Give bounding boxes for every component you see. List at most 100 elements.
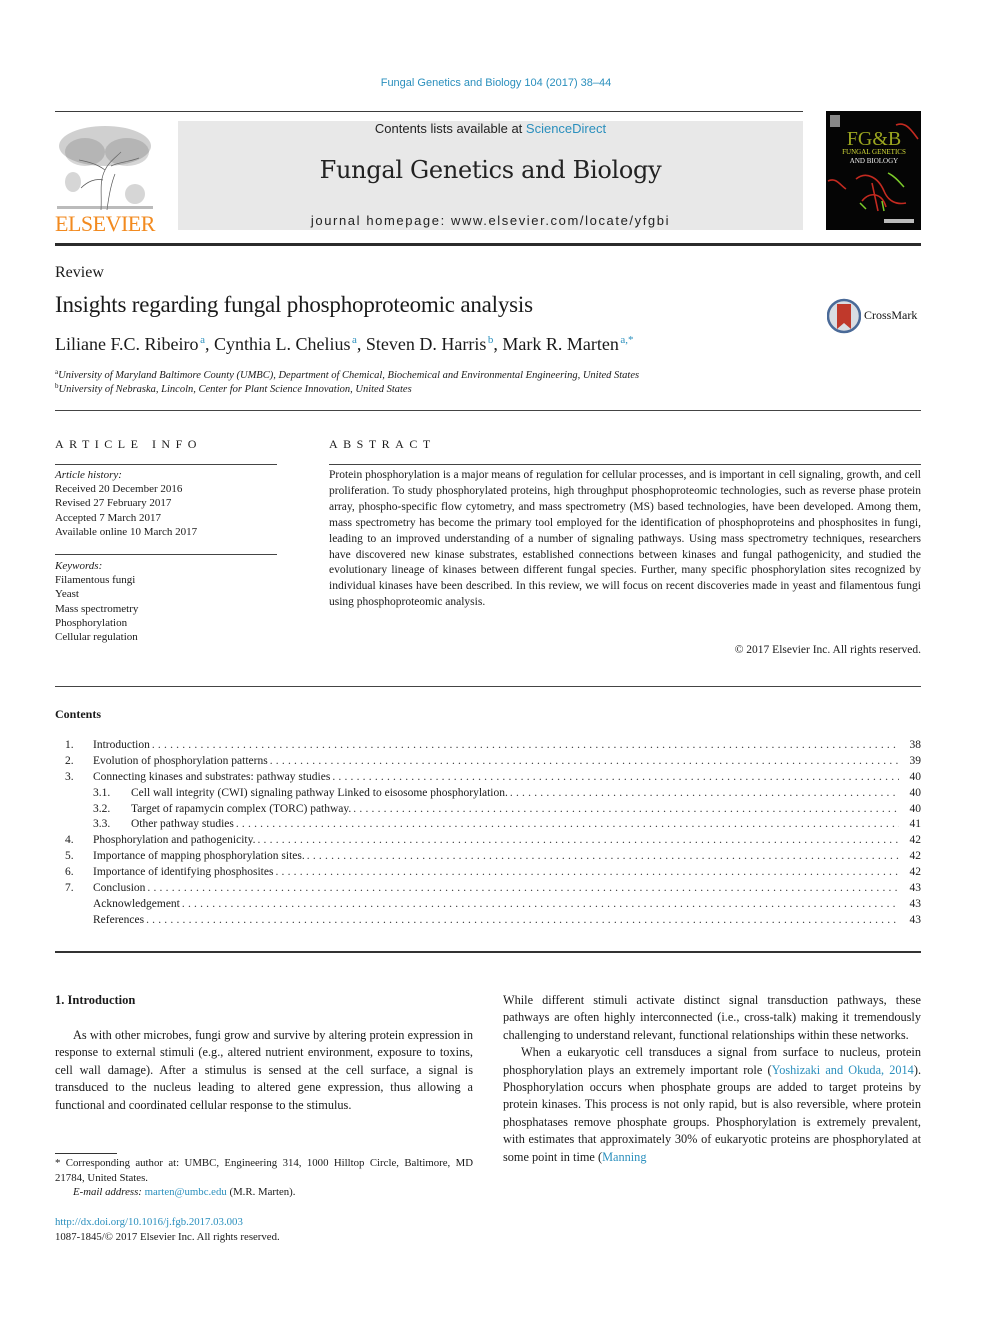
toc-entry-page[interactable]: 38: [899, 738, 922, 754]
article-type: Review: [55, 264, 104, 281]
author-affil-mark[interactable]: b: [488, 334, 494, 346]
toc-leader-dots: ........................................…: [146, 913, 899, 926]
toc-entry-page[interactable]: 43: [899, 913, 922, 929]
right-column: While different stimuli activate distinc…: [503, 992, 921, 1166]
toc-leader-dots: ........................................…: [306, 850, 899, 863]
keywords-divider: [55, 554, 277, 555]
toc-entry[interactable]: 1. Introduction..........................…: [55, 738, 921, 754]
toc-entry-number: 3.3.: [93, 818, 111, 831]
toc-entry-title[interactable]: References: [93, 912, 147, 929]
journal-cover-art: FG&B FUNGAL GENETICS AND BIOLOGY: [827, 115, 919, 223]
affiliation-text: University of Nebraska, Lincoln, Center …: [58, 384, 412, 395]
toc-entry[interactable]: 6. Importance of identifying phosphosites…: [55, 865, 922, 882]
toc-entry-title[interactable]: Acknowledgement: [93, 896, 182, 913]
toc-entry[interactable]: 3. Connecting kinases and substrates: pat…: [55, 769, 922, 786]
toc-entry-page[interactable]: 40: [899, 802, 922, 818]
author-name[interactable]: Liliane F.C. Ribeiro: [55, 334, 199, 354]
contents-heading: Contents: [55, 707, 102, 721]
history-online: Available online 10 March 2017: [55, 525, 198, 538]
toc-leader-dots: ........................................…: [235, 818, 899, 831]
sciencedirect-link[interactable]: ScienceDirect: [526, 121, 606, 136]
history-received: Received 20 December 2016: [55, 483, 183, 496]
elsevier-tree-icon: [57, 126, 153, 211]
toc-entry-number: 3.: [65, 770, 74, 783]
toc-entry-number: 3.2.: [93, 802, 111, 815]
toc-entry-title[interactable]: Introduction: [93, 738, 152, 754]
toc-entry-title[interactable]: Phosphorylation and pathogenicity.: [93, 833, 258, 850]
toc-entry-title[interactable]: Evolution of phosphorylation patterns: [93, 753, 270, 770]
toc-entry[interactable]: Acknowledgement.........................…: [55, 896, 922, 913]
author-name[interactable]: Steven D. Harris: [366, 334, 486, 354]
toc-leader-dots: ........................................…: [269, 754, 899, 767]
toc-entry-number: 5.: [65, 850, 74, 863]
abstract-text: Protein phosphorylation is a major means…: [329, 469, 921, 609]
toc-entry[interactable]: 4. Phosphorylation and pathogenicity.....…: [55, 833, 922, 850]
toc-entry-title[interactable]: Conclusion: [93, 881, 148, 897]
toc-entry[interactable]: References..............................…: [55, 912, 922, 929]
running-head-citation[interactable]: Fungal Genetics and Biology 104 (2017) 3…: [0, 77, 992, 89]
toc-entry-number: 1.: [65, 739, 74, 751]
keyword-item: Cellular regulation: [55, 631, 138, 644]
article-title: Insights regarding fungal phosphoproteom…: [55, 292, 533, 317]
author-affil-mark[interactable]: a,*: [620, 334, 633, 346]
author-list: Liliane F.C. Ribeiro a, Cynthia L. Cheli…: [55, 334, 634, 354]
citation-link[interactable]: Manning: [602, 1150, 646, 1164]
toc-entry-page[interactable]: 42: [899, 865, 922, 881]
toc-entry-title[interactable]: Connecting kinases and substrates: pathw…: [93, 769, 333, 786]
contents-available-line: Contents lists available at ScienceDirec…: [178, 121, 803, 136]
toc-entry-page[interactable]: 40: [899, 770, 922, 786]
toc-entry[interactable]: 2. Evolution of phosphorylation patterns.…: [55, 753, 922, 770]
paragraph-text: ). Phosphorylation occurs when phosphate…: [503, 1062, 922, 1164]
crossmark-button[interactable]: CrossMark: [826, 298, 927, 334]
issn-copyright: 1087-1845/© 2017 Elsevier Inc. All right…: [55, 1231, 280, 1243]
citation-link[interactable]: Yoshizaki and Okuda, 2014: [772, 1063, 914, 1077]
author-name[interactable]: Cynthia L. Chelius: [214, 334, 351, 354]
crossmark-label: CrossMark: [864, 308, 918, 322]
footnote-divider: [55, 1153, 117, 1154]
author-affil-mark[interactable]: a: [200, 334, 205, 346]
toc-entry-page[interactable]: 43: [899, 897, 922, 913]
toc-entry-title[interactable]: Target of rapamycin complex (TORC) pathw…: [131, 801, 354, 818]
email-suffix: (M.R. Marten).: [226, 1186, 296, 1198]
toc-entry-title[interactable]: Importance of mapping phosphorylation si…: [93, 849, 307, 866]
toc-entry-title[interactable]: Other pathway studies: [131, 817, 236, 834]
toc-leader-dots: ........................................…: [181, 897, 899, 910]
toc-entry-page[interactable]: 42: [899, 833, 922, 849]
elsevier-logo[interactable]: ELSEVIER: [55, 122, 155, 236]
homepage-url-link[interactable]: www.elsevier.com/locate/yfgbi: [451, 213, 670, 228]
abstract-copyright: © 2017 Elsevier Inc. All rights reserved…: [734, 644, 921, 656]
toc-entry-page[interactable]: 41: [899, 817, 922, 833]
article-history-label: Article history:: [55, 469, 122, 481]
body-paragraph: When a eukaryotic cell transduces a sign…: [503, 1044, 921, 1166]
toc-entry-page[interactable]: 39: [899, 754, 922, 770]
contents-available-text: Contents lists available at: [374, 121, 526, 136]
toc-entry-title[interactable]: Cell wall integrity (CWI) signaling path…: [131, 785, 510, 802]
toc-entry-page[interactable]: 43: [899, 881, 922, 897]
elsevier-wordmark: ELSEVIER: [55, 211, 155, 236]
toc-entry[interactable]: 3.3. Other pathway studies...............…: [55, 817, 922, 834]
author-affil-mark[interactable]: a: [352, 334, 357, 346]
toc-entry-title[interactable]: Importance of identifying phosphosites: [93, 865, 276, 882]
journal-cover-image[interactable]: FG&B FUNGAL GENETICS AND BIOLOGY: [826, 111, 921, 230]
toc-entry[interactable]: 7. Conclusion............................…: [55, 881, 921, 897]
toc-entry-page[interactable]: 42: [899, 849, 922, 865]
history-revised: Revised 27 February 2017: [55, 497, 172, 510]
email-link[interactable]: marten@umbc.edu: [145, 1186, 227, 1198]
abstract-end-divider: [55, 686, 921, 687]
journal-homepage-line: journal homepage: www.elsevier.com/locat…: [178, 213, 803, 228]
keyword-item: Mass spectrometry: [55, 602, 139, 615]
contents-end-divider: [55, 951, 921, 953]
section-heading-introduction: 1. Introduction: [55, 993, 136, 1007]
author-name[interactable]: Mark R. Marten: [502, 334, 618, 354]
toc-entry-page[interactable]: 40: [899, 786, 922, 802]
history-accepted: Accepted 7 March 2017: [55, 511, 161, 524]
toc-entry[interactable]: 3.2. Target of rapamycin complex (TORC) p…: [55, 801, 922, 818]
cover-title-line3: AND BIOLOGY: [850, 157, 898, 165]
toc-entry-number: 4.: [65, 834, 74, 847]
crossmark-icon: [826, 298, 862, 334]
doi-link[interactable]: http://dx.doi.org/10.1016/j.fgb.2017.03.…: [55, 1216, 243, 1228]
toc-entry[interactable]: 3.1. Cell wall integrity (CWI) signaling …: [55, 785, 922, 802]
cover-fgb-text: FG&B: [847, 128, 901, 150]
toc-entry-number: 7.: [65, 882, 74, 895]
toc-entry[interactable]: 5. Importance of mapping phosphorylation …: [55, 849, 922, 866]
